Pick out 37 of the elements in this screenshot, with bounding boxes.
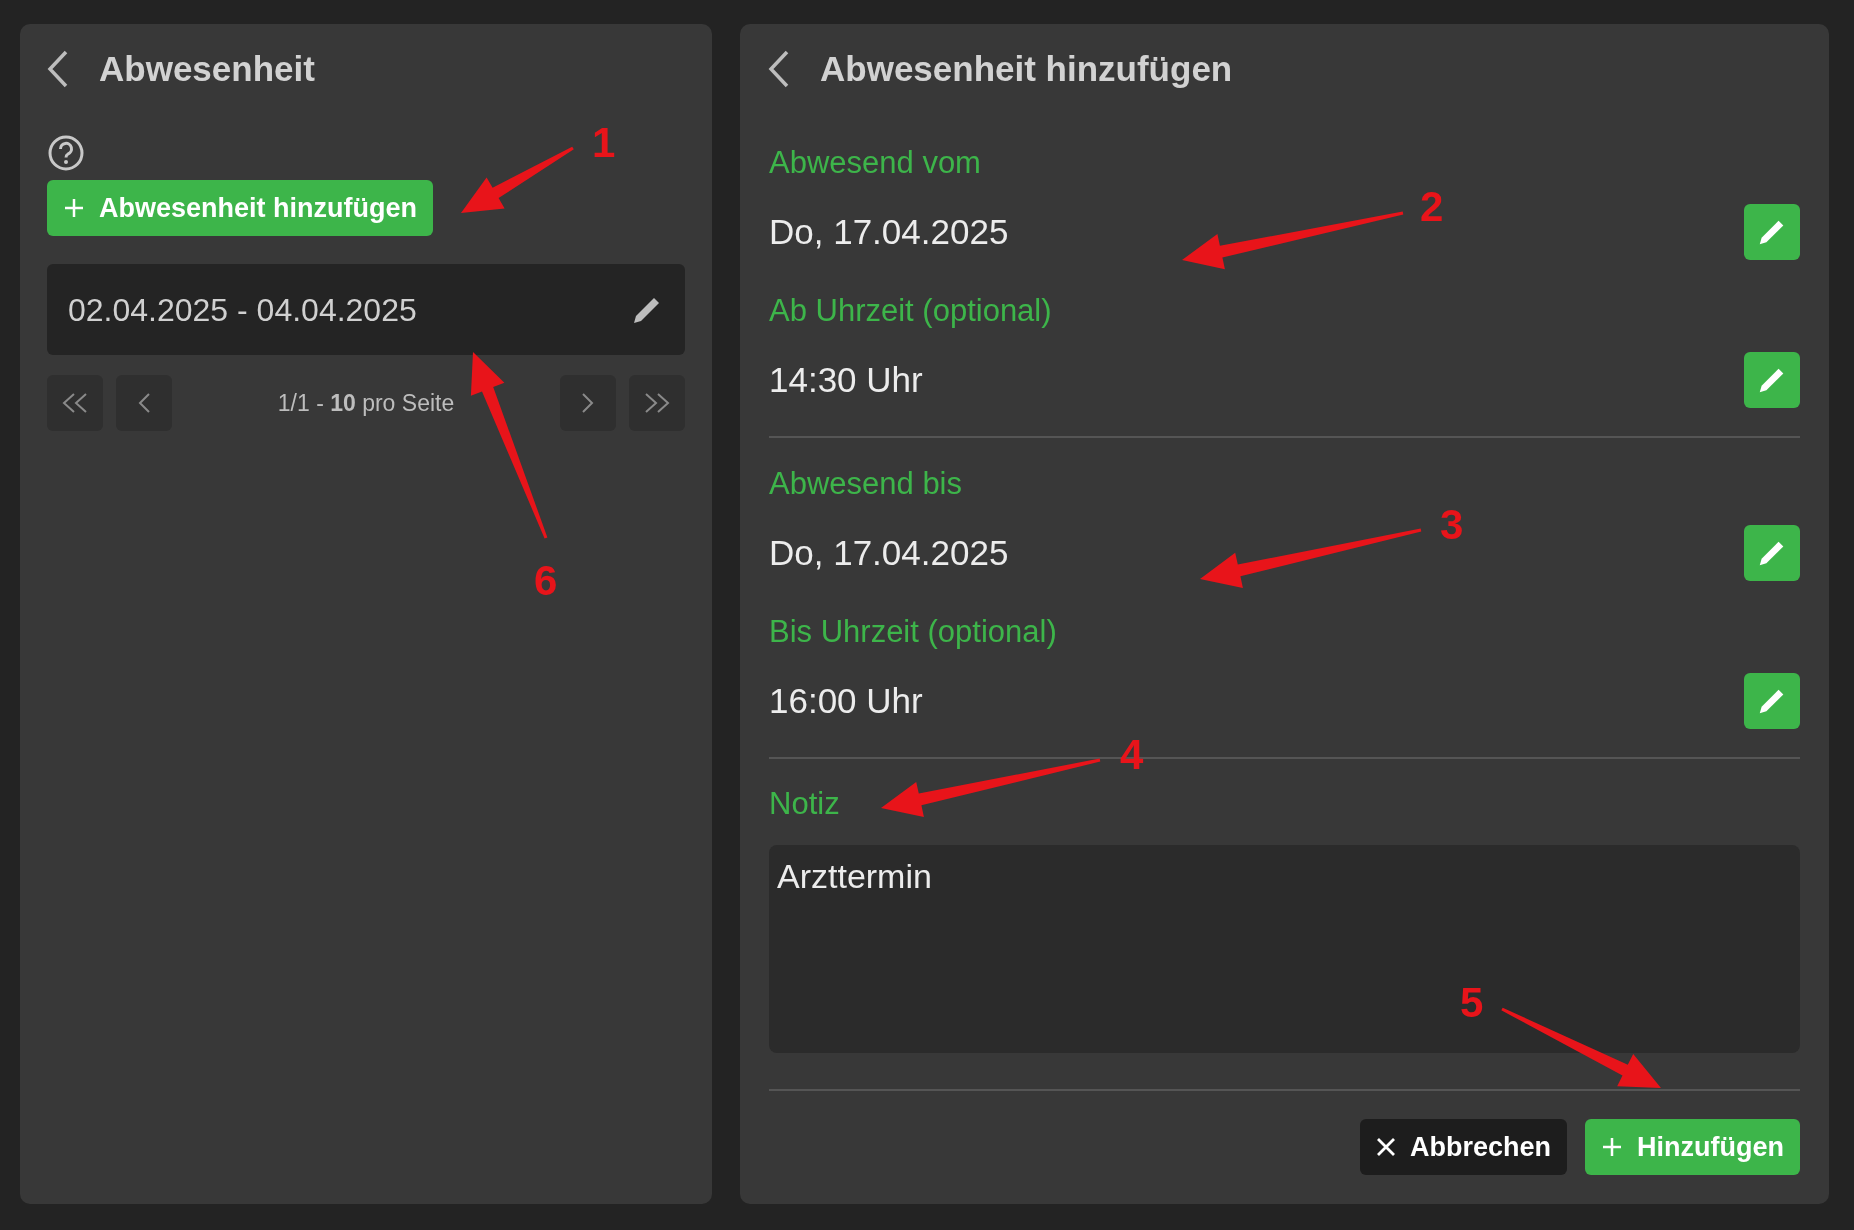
annotation-number: 3 bbox=[1440, 504, 1464, 546]
absence-entry[interactable]: 02.04.2025 - 04.04.2025 bbox=[47, 264, 685, 355]
double-chevron-right-icon bbox=[643, 392, 671, 414]
back-icon[interactable] bbox=[47, 49, 69, 89]
field-value: 16:00 Uhr bbox=[769, 679, 923, 722]
field-value: Do, 17.04.2025 bbox=[769, 531, 1009, 574]
chevron-left-icon bbox=[137, 392, 151, 414]
field-label: Bis Uhrzeit (optional) bbox=[769, 613, 1057, 651]
field-label: Notiz bbox=[769, 785, 840, 823]
panel-title: Abwesenheit bbox=[99, 47, 315, 90]
plus-icon bbox=[1601, 1136, 1623, 1158]
annotation-number: 1 bbox=[592, 122, 616, 164]
back-icon[interactable] bbox=[768, 49, 790, 89]
help-icon[interactable] bbox=[47, 134, 85, 172]
plus-icon bbox=[63, 197, 85, 219]
edit-button[interactable] bbox=[1744, 673, 1800, 729]
annotation-number: 6 bbox=[534, 560, 558, 602]
cancel-button[interactable]: Abbrechen bbox=[1360, 1119, 1567, 1175]
pagination-summary: 1/1 - 10 pro Seite bbox=[276, 388, 456, 418]
edit-button[interactable] bbox=[1744, 352, 1800, 408]
first-page-button[interactable] bbox=[47, 375, 103, 431]
close-icon bbox=[1376, 1137, 1396, 1157]
last-page-button[interactable] bbox=[629, 375, 685, 431]
field-label: Abwesend bis bbox=[769, 465, 962, 503]
double-chevron-left-icon bbox=[61, 392, 89, 414]
date-range: 02.04.2025 - 04.04.2025 bbox=[68, 290, 417, 330]
edit-button[interactable] bbox=[1744, 204, 1800, 260]
field-label: Abwesend vom bbox=[769, 144, 981, 182]
chevron-right-icon bbox=[581, 392, 595, 414]
annotation-number: 4 bbox=[1120, 734, 1144, 776]
edit-button[interactable] bbox=[1744, 525, 1800, 581]
annotation-number: 5 bbox=[1460, 982, 1484, 1024]
annotation-number: 2 bbox=[1420, 186, 1444, 228]
field-label: Ab Uhrzeit (optional) bbox=[769, 292, 1052, 330]
field-value: 14:30 Uhr bbox=[769, 358, 923, 401]
field-value: Do, 17.04.2025 bbox=[769, 210, 1009, 253]
panel-title: Abwesenheit hinzufügen bbox=[820, 47, 1233, 90]
